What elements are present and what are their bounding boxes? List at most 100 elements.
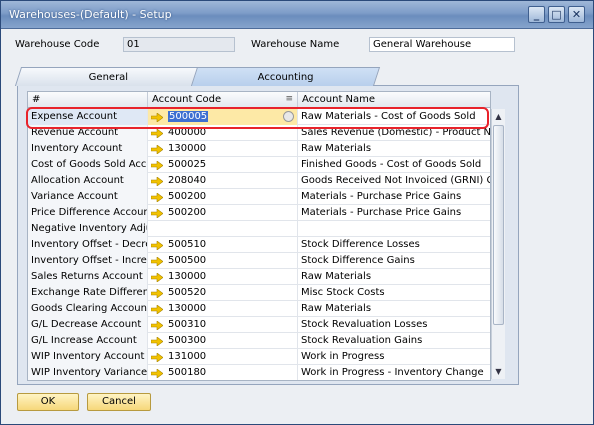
scroll-down-icon[interactable]: ▼ — [492, 365, 505, 378]
title-bar[interactable]: Warehouses-(Default) - Setup _ □ ✕ — [1, 1, 593, 29]
account-name-cell: Misc Stock Costs — [298, 285, 490, 301]
link-arrow-icon[interactable] — [150, 256, 164, 267]
account-code-value: 131000 — [168, 351, 207, 362]
account-name-cell: Work in Progress — [298, 349, 490, 365]
account-code-cell[interactable]: 500180 — [148, 365, 298, 380]
table-row[interactable]: Inventory Offset - Decrease 500510 Stock D… — [28, 237, 490, 253]
table-row[interactable]: Goods Clearing Account 130000 Raw Material… — [28, 301, 490, 317]
account-code-value: 500510 — [168, 239, 207, 250]
account-code-cell[interactable]: 500200 — [148, 205, 298, 221]
table-row[interactable]: Inventory Account 130000 Raw Materials — [28, 141, 490, 157]
link-arrow-icon[interactable] — [150, 304, 164, 315]
warehouse-code-field[interactable]: 01 — [123, 37, 235, 52]
account-code-cell[interactable]: 130000 — [148, 141, 298, 157]
account-name-cell: Materials - Purchase Price Gains — [298, 205, 490, 221]
account-code-value: 500300 — [168, 335, 207, 346]
link-arrow-icon[interactable] — [150, 352, 164, 363]
account-code-cell[interactable]: 500310 — [148, 317, 298, 333]
table-row[interactable]: Variance Account 500200 Materials - Purcha… — [28, 189, 490, 205]
table-row[interactable]: WIP Inventory Account 131000 Work in Progr… — [28, 349, 490, 365]
link-arrow-icon[interactable] — [150, 192, 164, 203]
link-arrow-icon[interactable] — [150, 112, 164, 123]
account-code-cell[interactable]: 131000 — [148, 349, 298, 365]
link-arrow-icon[interactable] — [150, 320, 164, 331]
account-code-value: 500180 — [168, 367, 207, 378]
account-type-cell: Allocation Account — [28, 173, 148, 189]
close-button[interactable]: ✕ — [568, 6, 585, 23]
account-code-cell[interactable]: 500005 — [148, 109, 298, 125]
link-arrow-icon[interactable] — [150, 368, 164, 379]
minimize-button[interactable]: _ — [528, 6, 545, 23]
account-type-cell: Sales Returns Account — [28, 269, 148, 285]
accounts-grid: # Account Code ≡ Account Name Expense Ac… — [27, 91, 491, 381]
table-row[interactable]: WIP Inventory Variance Account 500180 Work… — [28, 365, 490, 380]
link-arrow-icon[interactable] — [150, 128, 164, 139]
column-header-index[interactable]: # — [28, 92, 148, 108]
link-arrow-icon[interactable] — [150, 144, 164, 155]
column-menu-icon[interactable]: ≡ — [285, 92, 293, 107]
account-code-cell[interactable]: 208040 — [148, 173, 298, 189]
account-code-cell[interactable]: 400000 — [148, 125, 298, 141]
table-row[interactable]: Expense Account 500005 Raw Materials - Cos… — [28, 109, 490, 125]
table-row[interactable]: Exchange Rate Differences 500520 Misc Stoc… — [28, 285, 490, 301]
account-name-cell — [298, 221, 490, 237]
account-code-cell[interactable]: 500300 — [148, 333, 298, 349]
table-row[interactable]: Allocation Account 208040 Goods Received N… — [28, 173, 490, 189]
account-code-value: 500200 — [168, 191, 207, 202]
cancel-button[interactable]: Cancel — [87, 393, 151, 411]
account-type-cell: Price Difference Account — [28, 205, 148, 221]
choose-from-list-icon[interactable] — [283, 111, 294, 122]
account-type-cell: WIP Inventory Account — [28, 349, 148, 365]
table-row[interactable]: Revenue Account 400000 Sales Revenue (Dome… — [28, 125, 490, 141]
account-name-cell: Stock Difference Gains — [298, 253, 490, 269]
account-code-cell[interactable]: 130000 — [148, 269, 298, 285]
link-arrow-icon[interactable] — [150, 336, 164, 347]
link-arrow-icon[interactable] — [150, 272, 164, 283]
account-code-value: 400000 — [168, 127, 207, 138]
account-code-value: 500005 — [168, 111, 209, 122]
link-arrow-icon[interactable] — [150, 240, 164, 251]
account-name-cell: Work in Progress - Inventory Change — [298, 365, 490, 380]
column-header-account-code-label: Account Code — [152, 94, 222, 105]
link-arrow-icon[interactable] — [150, 288, 164, 299]
warehouse-code-label: Warehouse Code — [15, 39, 100, 50]
vertical-scrollbar[interactable]: ▲ ▼ — [491, 109, 505, 379]
account-type-cell: Goods Clearing Account — [28, 301, 148, 317]
tab-accounting-label: Accounting — [257, 72, 314, 83]
table-row[interactable]: Sales Returns Account 130000 Raw Materials — [28, 269, 490, 285]
link-arrow-icon[interactable] — [150, 176, 164, 187]
account-code-cell[interactable]: 500520 — [148, 285, 298, 301]
table-row[interactable]: G/L Increase Account 500300 Stock Revaluat… — [28, 333, 490, 349]
scroll-thumb[interactable] — [493, 125, 504, 325]
account-type-cell: Exchange Rate Differences — [28, 285, 148, 301]
table-row[interactable]: Cost of Goods Sold Account 500025 Finished… — [28, 157, 490, 173]
account-code-value: 500520 — [168, 287, 207, 298]
account-code-cell[interactable]: 500510 — [148, 237, 298, 253]
ok-button[interactable]: OK — [17, 393, 79, 411]
table-row[interactable]: Price Difference Account 500200 Materials … — [28, 205, 490, 221]
account-name-cell: Raw Materials — [298, 301, 490, 317]
table-row[interactable]: Inventory Offset - Increase 500500 Stock D… — [28, 253, 490, 269]
account-code-cell[interactable] — [148, 221, 298, 237]
account-type-cell: Variance Account — [28, 189, 148, 205]
account-code-cell[interactable]: 500500 — [148, 253, 298, 269]
link-arrow-icon[interactable] — [150, 208, 164, 219]
window-title: Warehouses-(Default) - Setup — [9, 8, 172, 21]
account-name-cell: Raw Materials — [298, 269, 490, 285]
column-header-account-name[interactable]: Account Name — [298, 92, 490, 108]
table-row[interactable]: G/L Decrease Account 500310 Stock Revaluat… — [28, 317, 490, 333]
account-type-cell: Cost of Goods Sold Account — [28, 157, 148, 173]
table-row[interactable]: Negative Inventory Adjustment — [28, 221, 490, 237]
account-code-cell[interactable]: 500200 — [148, 189, 298, 205]
account-code-value: 208040 — [168, 175, 207, 186]
tab-general[interactable]: General — [14, 67, 204, 86]
column-header-account-code[interactable]: Account Code ≡ — [148, 92, 298, 108]
warehouse-name-field[interactable]: General Warehouse — [369, 37, 515, 52]
maximize-button[interactable]: □ — [548, 6, 565, 23]
account-name-cell: Stock Revaluation Losses — [298, 317, 490, 333]
account-code-cell[interactable]: 500025 — [148, 157, 298, 173]
scroll-up-icon[interactable]: ▲ — [492, 110, 505, 123]
account-code-cell[interactable]: 130000 — [148, 301, 298, 317]
link-arrow-icon[interactable] — [150, 160, 164, 171]
tab-accounting[interactable]: Accounting — [190, 67, 381, 86]
